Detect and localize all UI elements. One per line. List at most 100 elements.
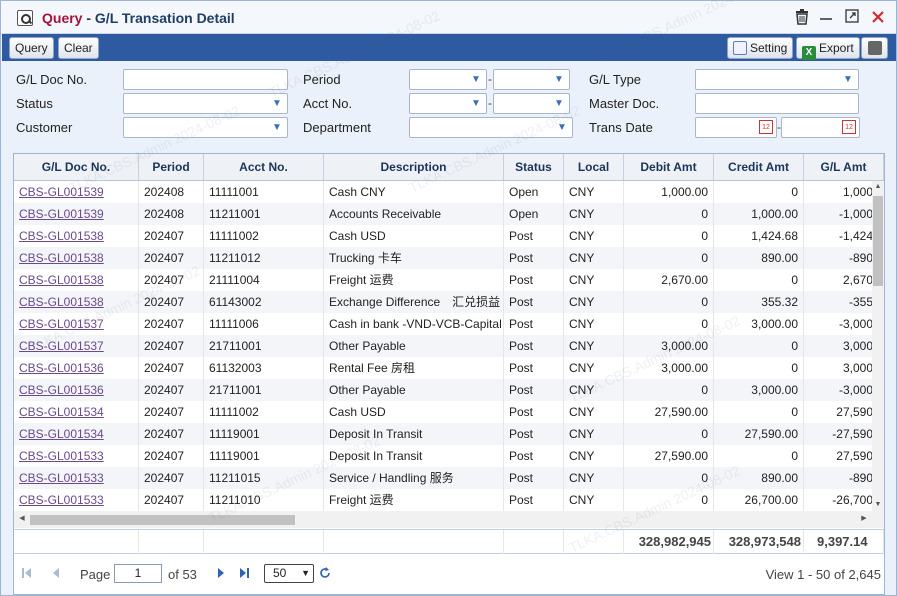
column-header[interactable]: Debit Amt bbox=[624, 154, 714, 180]
table-cell: CNY bbox=[564, 489, 624, 511]
table-cell: 3,000.00 bbox=[714, 313, 804, 335]
table-cell: Cash CNY bbox=[324, 181, 504, 203]
table-row[interactable]: CBS-GL001538 202407 21111004 Freight 运费 Post… bbox=[14, 269, 872, 291]
table-row[interactable]: CBS-GL001538 202407 11211012 Trucking 卡车 Pos… bbox=[14, 247, 872, 269]
column-header[interactable]: G/L Doc No. bbox=[14, 154, 139, 180]
doc-link[interactable]: CBS-GL001538 bbox=[14, 269, 139, 291]
doc-link[interactable]: CBS-GL001533 bbox=[14, 467, 139, 489]
period-to-select[interactable]: ▼ bbox=[493, 69, 570, 90]
total-cell-empty bbox=[14, 530, 139, 554]
scroll-up-icon[interactable]: ▲ bbox=[872, 181, 884, 193]
print-button[interactable] bbox=[861, 37, 888, 59]
department-label: Department bbox=[303, 120, 371, 135]
prev-page-icon[interactable] bbox=[52, 567, 60, 582]
table-row[interactable]: CBS-GL001536 202407 61132003 Rental Fee 房租 P… bbox=[14, 357, 872, 379]
table-row[interactable]: CBS-GL001539 202408 11111001 Cash CNY Open CN… bbox=[14, 181, 872, 203]
setting-button[interactable]: Setting bbox=[727, 37, 794, 59]
doc-link[interactable]: CBS-GL001534 bbox=[14, 401, 139, 423]
scroll-thumb[interactable] bbox=[30, 515, 295, 525]
table-cell: 202407 bbox=[139, 467, 204, 489]
table-row[interactable]: CBS-GL001537 202407 21711001 Other Payable P… bbox=[14, 335, 872, 357]
doc-link[interactable]: CBS-GL001537 bbox=[14, 313, 139, 335]
vertical-scrollbar[interactable]: ▲ ▼ bbox=[872, 181, 884, 511]
maximize-icon[interactable] bbox=[843, 9, 861, 27]
scroll-left-icon[interactable]: ◀ bbox=[16, 513, 28, 525]
table-row[interactable]: CBS-GL001534 202407 11111002 Cash USD Post CN… bbox=[14, 401, 872, 423]
clear-button[interactable]: Clear bbox=[58, 37, 99, 59]
table-cell: Post bbox=[504, 225, 564, 247]
calendar-icon[interactable]: 12 bbox=[842, 120, 856, 134]
table-row[interactable]: CBS-GL001534 202407 11119001 Deposit In Tra… bbox=[14, 423, 872, 445]
minimize-icon[interactable] bbox=[817, 9, 835, 27]
column-header[interactable]: Period bbox=[139, 154, 204, 180]
status-select[interactable]: ▼ bbox=[123, 93, 288, 114]
chevron-down-icon: ▼ bbox=[272, 98, 282, 109]
table-cell: 202408 bbox=[139, 181, 204, 203]
scroll-down-icon[interactable]: ▼ bbox=[872, 499, 884, 511]
scroll-right-icon[interactable]: ▶ bbox=[858, 513, 870, 525]
column-header[interactable]: Local bbox=[564, 154, 624, 180]
column-header[interactable]: Description bbox=[324, 154, 504, 180]
table-row[interactable]: CBS-GL001533 202407 11211015 Service / Hand… bbox=[14, 467, 872, 489]
doc-link[interactable]: CBS-GL001537 bbox=[14, 335, 139, 357]
table-row[interactable]: CBS-GL001533 202407 11119001 Deposit In Tra… bbox=[14, 445, 872, 467]
customer-select[interactable]: ▼ bbox=[123, 117, 288, 138]
doc-link[interactable]: CBS-GL001533 bbox=[14, 445, 139, 467]
table-row[interactable]: CBS-GL001538 202407 61143002 Exchange Diffe… bbox=[14, 291, 872, 313]
doc-link[interactable]: CBS-GL001538 bbox=[14, 291, 139, 313]
table-row[interactable]: CBS-GL001539 202408 11211001 Accounts Recei… bbox=[14, 203, 872, 225]
column-header[interactable]: G/L Amt bbox=[804, 154, 884, 180]
chevron-down-icon: ▼ bbox=[301, 568, 310, 578]
gl-type-select[interactable]: ▼ bbox=[695, 69, 859, 90]
column-header[interactable]: Status bbox=[504, 154, 564, 180]
table-cell: Post bbox=[504, 335, 564, 357]
last-page-icon[interactable] bbox=[239, 567, 249, 582]
table-cell: 1,424.68 bbox=[714, 225, 804, 247]
next-page-icon[interactable] bbox=[217, 567, 225, 582]
department-select[interactable]: ▼ bbox=[409, 117, 573, 138]
column-header[interactable]: Acct No. bbox=[204, 154, 324, 180]
page-size-select[interactable]: 50 ▼ bbox=[264, 564, 314, 583]
master-doc-input[interactable] bbox=[695, 93, 859, 114]
table-row[interactable]: CBS-GL001533 202407 11211010 Freight 运费 Post… bbox=[14, 489, 872, 511]
table-cell: 0 bbox=[624, 203, 714, 225]
table-row[interactable]: CBS-GL001537 202407 11111006 Cash in bank -… bbox=[14, 313, 872, 335]
calendar-icon[interactable]: 12 bbox=[759, 120, 773, 134]
trans-date-from-input[interactable]: 12 bbox=[695, 117, 777, 138]
table-row[interactable]: CBS-GL001538 202407 11111002 Cash USD Post CN… bbox=[14, 225, 872, 247]
query-button[interactable]: Query bbox=[9, 37, 54, 59]
table-cell: 1,000 bbox=[804, 181, 872, 203]
doc-link[interactable]: CBS-GL001538 bbox=[14, 225, 139, 247]
table-cell: 27,590 bbox=[804, 445, 872, 467]
first-page-icon[interactable] bbox=[22, 567, 32, 582]
table-cell: CNY bbox=[564, 335, 624, 357]
horizontal-scrollbar[interactable]: ◀ ▶ bbox=[14, 511, 884, 528]
close-icon[interactable] bbox=[869, 9, 887, 27]
refresh-icon[interactable] bbox=[319, 567, 331, 582]
gl-doc-no-input[interactable] bbox=[123, 69, 288, 90]
doc-link[interactable]: CBS-GL001536 bbox=[14, 379, 139, 401]
table-cell: 202408 bbox=[139, 203, 204, 225]
doc-link[interactable]: CBS-GL001534 bbox=[14, 423, 139, 445]
trans-date-to-input[interactable]: 12 bbox=[781, 117, 860, 138]
scroll-thumb[interactable] bbox=[873, 196, 883, 286]
acct-no-to-select[interactable]: ▼ bbox=[493, 93, 570, 114]
page-size-value: 50 bbox=[273, 566, 287, 580]
table-cell: 0 bbox=[624, 467, 714, 489]
table-cell: 202407 bbox=[139, 357, 204, 379]
page-number-input[interactable]: 1 bbox=[114, 564, 162, 583]
export-button[interactable]: X Export bbox=[796, 37, 860, 60]
doc-link[interactable]: CBS-GL001533 bbox=[14, 489, 139, 511]
table-cell: Post bbox=[504, 423, 564, 445]
column-header[interactable]: Credit Amt bbox=[714, 154, 804, 180]
table-cell: 21111004 bbox=[204, 269, 324, 291]
period-from-select[interactable]: ▼ bbox=[409, 69, 487, 90]
acct-no-from-select[interactable]: ▼ bbox=[409, 93, 487, 114]
doc-link[interactable]: CBS-GL001536 bbox=[14, 357, 139, 379]
doc-link[interactable]: CBS-GL001539 bbox=[14, 203, 139, 225]
table-cell: 61143002 bbox=[204, 291, 324, 313]
table-row[interactable]: CBS-GL001536 202407 21711001 Other Payable P… bbox=[14, 379, 872, 401]
doc-link[interactable]: CBS-GL001539 bbox=[14, 181, 139, 203]
doc-link[interactable]: CBS-GL001538 bbox=[14, 247, 139, 269]
delete-icon[interactable] bbox=[793, 9, 811, 27]
